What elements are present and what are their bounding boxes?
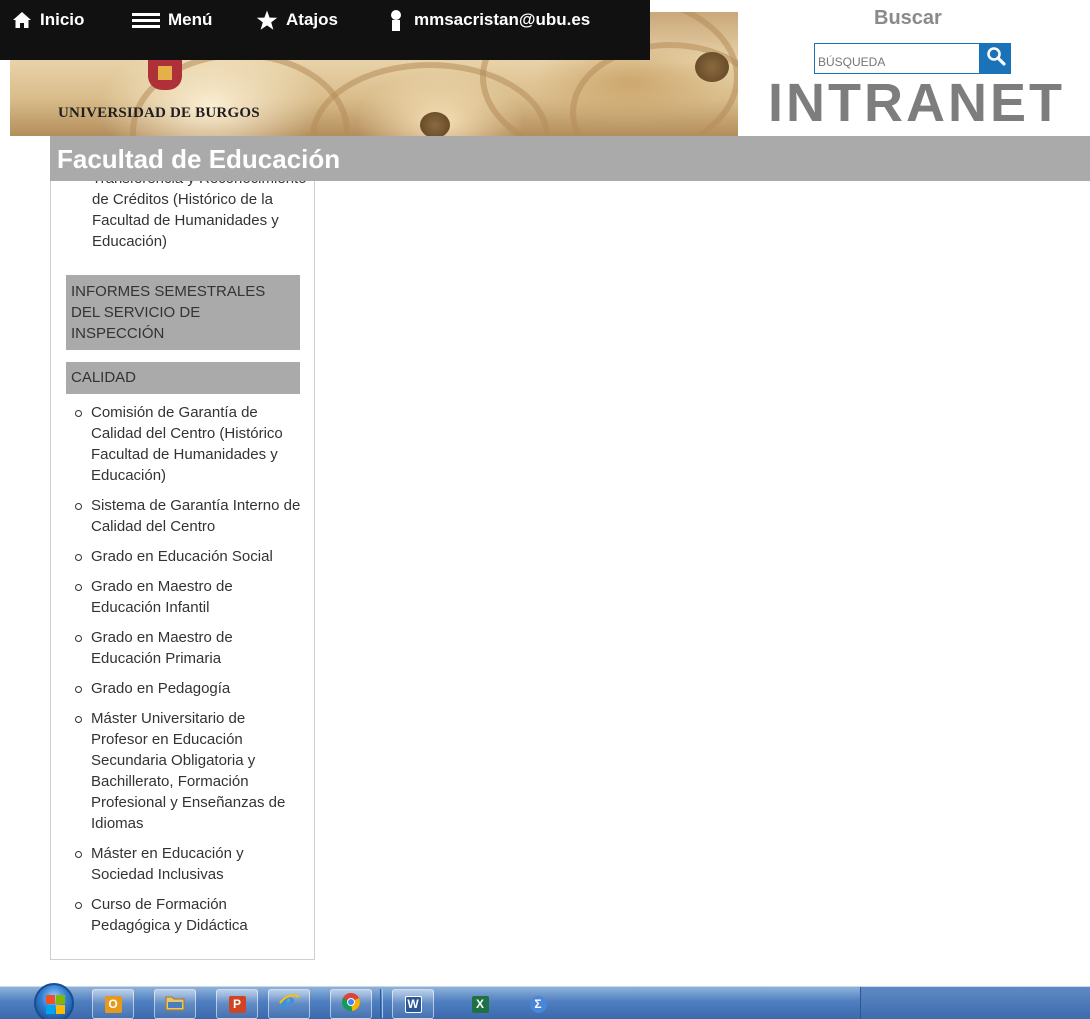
file-explorer-icon (165, 993, 185, 1016)
nav-user[interactable]: mmsacristan@ubu.es (386, 7, 590, 33)
bullet-icon (75, 554, 82, 561)
taskbar-file-explorer[interactable] (154, 989, 196, 1019)
intranet-title: INTRANET (768, 73, 1065, 133)
list-item[interactable]: Grado en Pedagogía (69, 678, 304, 699)
faculty-title: Facultad de Educación (57, 144, 341, 174)
sidebar-section-calidad[interactable]: CALIDAD (66, 362, 300, 394)
bullet-icon (75, 503, 82, 510)
nav-menu-label: Menú (168, 10, 213, 29)
internet-explorer-icon: e (278, 989, 300, 1018)
sigma-icon: Σ (529, 995, 547, 1013)
list-item[interactable]: Sistema de Garantía Interno de Calidad d… (69, 495, 304, 537)
search-button[interactable] (980, 43, 1011, 74)
nav-menu[interactable]: Menú (132, 7, 212, 33)
taskbar-notification-area[interactable] (860, 987, 1090, 1019)
list-item[interactable]: Máster Universitario de Profesor en Educ… (69, 708, 304, 834)
taskbar-word[interactable]: W (392, 989, 434, 1019)
home-icon (12, 11, 32, 29)
bullet-icon (75, 716, 82, 723)
nav-shortcuts-label: Atajos (286, 10, 338, 29)
nav-home-label: Inicio (40, 10, 85, 29)
calidad-list: Comisión de Garantía de Calidad del Cent… (69, 402, 304, 945)
taskbar-outlook[interactable]: O (92, 989, 134, 1019)
list-item[interactable]: Grado en Maestro de Educación Infantil (69, 576, 304, 618)
taskbar-sigma-app[interactable]: Σ (518, 989, 558, 1019)
sidebar: Transferencia y Reconocimiento de Crédit… (50, 181, 315, 960)
svg-text:e: e (281, 991, 295, 1013)
bullet-icon (75, 851, 82, 858)
faculty-title-bar: Facultad de Educación (50, 136, 1090, 181)
nav-user-label: mmsacristan@ubu.es (414, 10, 591, 29)
chrome-icon (341, 992, 361, 1017)
taskbar-internet-explorer[interactable]: e (268, 989, 310, 1019)
taskbar-chrome[interactable] (330, 989, 372, 1019)
windows-taskbar: O P e W X Σ (0, 983, 1090, 1019)
search-icon (986, 46, 1006, 71)
start-button[interactable] (34, 983, 74, 1019)
taskbar-separator (380, 989, 383, 1018)
user-icon (386, 9, 406, 31)
top-nav-bar: Inicio Menú Atajos mmsacristan@ubu.es (0, 0, 650, 60)
hamburger-menu-icon (132, 11, 160, 29)
sidebar-section-informes-semestrales[interactable]: INFORMES SEMESTRALES DEL SERVICIO DE INS… (66, 275, 300, 350)
search-field-wrapper (814, 43, 980, 74)
search-title: Buscar (874, 7, 942, 29)
list-item[interactable]: Máster en Educación y Sociedad Inclusiva… (69, 843, 304, 885)
bullet-icon (75, 635, 82, 642)
nav-shortcuts[interactable]: Atajos (256, 7, 338, 33)
taskbar-powerpoint[interactable]: P (216, 989, 258, 1019)
list-item[interactable]: Grado en Educación Social (69, 546, 304, 567)
sidebar-list-item-partial[interactable]: Transferencia y Reconocimiento de Crédit… (92, 181, 307, 252)
search-input[interactable] (815, 44, 979, 73)
university-name: UNIVERSIDAD DE BURGOS (58, 105, 260, 121)
outlook-icon: O (104, 995, 122, 1013)
bullet-icon (75, 584, 82, 591)
taskbar-excel[interactable]: X (460, 989, 500, 1019)
nav-home[interactable]: Inicio (12, 7, 84, 33)
star-icon (256, 10, 278, 31)
list-item[interactable]: Comisión de Garantía de Calidad del Cent… (69, 402, 304, 486)
excel-icon: X (471, 995, 489, 1013)
bullet-icon (75, 410, 82, 417)
university-crest-icon (148, 60, 182, 90)
powerpoint-icon: P (228, 995, 246, 1013)
list-item[interactable]: Grado en Maestro de Educación Primaria (69, 627, 304, 669)
bullet-icon (75, 902, 82, 909)
list-item[interactable]: Curso de Formación Pedagógica y Didáctic… (69, 894, 304, 936)
bullet-icon (75, 686, 82, 693)
word-icon: W (404, 995, 422, 1013)
